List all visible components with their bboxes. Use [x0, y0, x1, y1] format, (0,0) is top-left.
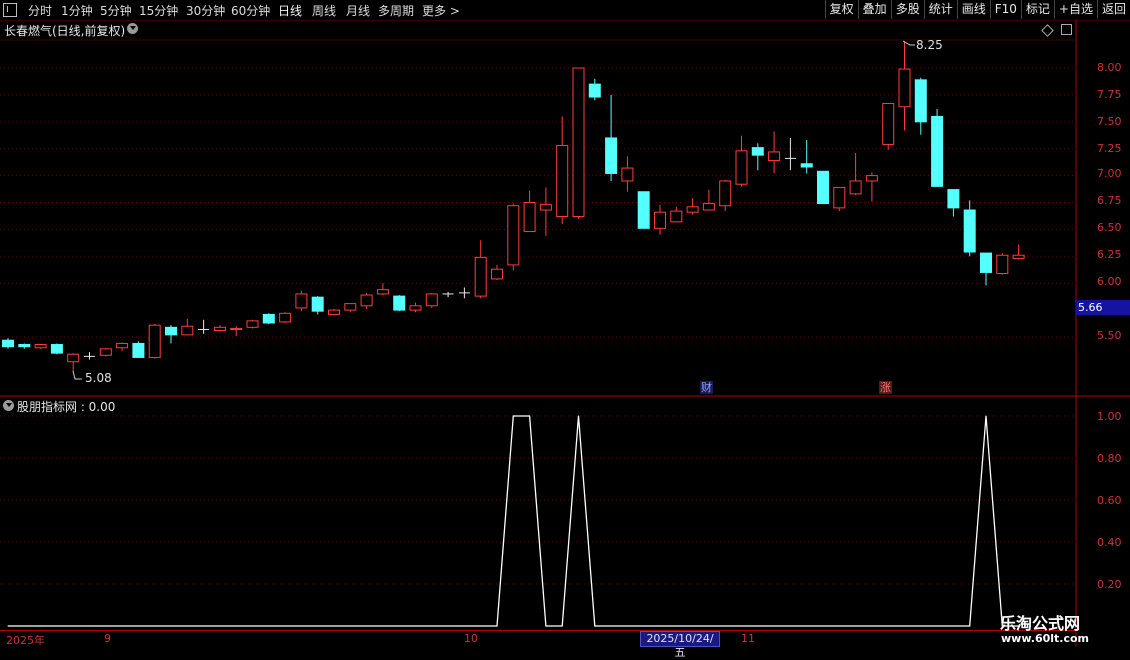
candle-body: [279, 312, 292, 323]
y-tick-label: 8.00: [1097, 61, 1122, 74]
candle-body: [181, 325, 194, 336]
kline-chart[interactable]: [0, 0, 1130, 650]
candlestick-series: [2, 41, 1025, 372]
y-tick-label: 6.00: [1097, 275, 1122, 288]
candle-body: [18, 344, 31, 348]
y-tick-label: 7.75: [1097, 88, 1122, 101]
y-tick-label: 7.50: [1097, 115, 1122, 128]
candle-body: [230, 327, 243, 330]
candle-body: [1012, 254, 1025, 259]
candle-body: [980, 252, 992, 273]
main-chart-title: 长春燃气(日线,前复权): [4, 24, 126, 38]
candle-body: [637, 191, 650, 229]
candle-body: [996, 254, 1009, 275]
cursor-date-label: 2025/10/24/五: [640, 631, 720, 659]
date-month-label: 10: [464, 632, 478, 645]
candle-body: [34, 344, 47, 349]
candle-body: [556, 144, 569, 217]
candle-body: [751, 147, 764, 156]
candle-body: [393, 295, 406, 311]
candle-body: [898, 68, 911, 108]
candle-body: [800, 163, 813, 168]
indicator-title: 股朋指标网 : 0.00: [17, 400, 116, 414]
candle-body: [116, 342, 129, 349]
candle-body: [425, 293, 438, 307]
candle-body: [670, 210, 683, 223]
candle-body: [67, 353, 80, 363]
indicator-series: [7, 415, 1020, 627]
panel-toggle-icon[interactable]: [1061, 24, 1072, 35]
candle-body: [246, 320, 259, 328]
y-tick-label: 7.00: [1097, 167, 1122, 180]
low-marker: [72, 370, 82, 380]
candle-body: [99, 348, 112, 356]
candle-body: [768, 151, 781, 162]
candle-body: [213, 326, 226, 332]
current-price-box: 5.66: [1076, 300, 1130, 315]
candle-body: [360, 294, 373, 307]
candle-body: [947, 189, 960, 209]
candle-body: [686, 206, 699, 213]
candle-body: [344, 303, 357, 311]
finance-badge[interactable]: 财: [700, 381, 713, 394]
candle-body: [132, 342, 145, 358]
ind-y-tick-label: 0.20: [1097, 578, 1122, 591]
candle-body: [865, 175, 878, 182]
candle-body: [833, 186, 846, 209]
candle-body: [376, 289, 389, 295]
ind-y-tick-label: 1.00: [1097, 410, 1122, 423]
candle-body: [409, 305, 422, 311]
candle-body: [963, 209, 976, 253]
candle-body: [507, 205, 520, 266]
rise-badge[interactable]: 涨: [879, 381, 892, 394]
date-year-label: 2025年: [6, 634, 45, 647]
candle-body: [931, 115, 944, 187]
candle-body: [148, 324, 161, 358]
candle-body: [605, 137, 618, 174]
ind-y-tick-label: 0.80: [1097, 452, 1122, 465]
candle-body: [882, 103, 895, 145]
candle-body: [654, 211, 666, 229]
candle-body: [311, 296, 324, 312]
ind-y-tick-label: 0.60: [1097, 494, 1122, 507]
candle-body: [295, 293, 308, 309]
indicator-dropdown-icon[interactable]: [3, 400, 14, 411]
watermark-url: www.60lt.com: [1001, 632, 1090, 645]
candle-body: [491, 268, 503, 280]
y-tick-label: 6.25: [1097, 248, 1122, 261]
indicator-line: [8, 415, 1019, 627]
y-tick-label: 6.75: [1097, 194, 1122, 207]
candle-body: [539, 204, 552, 211]
grid-lines: [0, 67, 1076, 585]
date-month-label: 9: [104, 632, 111, 645]
candle-body: [588, 83, 601, 98]
candle-body: [621, 167, 634, 182]
high-price-label: 8.25: [916, 38, 943, 52]
candle-body: [50, 344, 63, 354]
date-axis: [0, 630, 1076, 647]
y-tick-label: 6.50: [1097, 221, 1122, 234]
y-tick-label: 5.50: [1097, 329, 1122, 342]
y-tick-label: 7.25: [1097, 142, 1122, 155]
candle-body: [523, 202, 536, 233]
watermark-name: 乐淘公式网: [1000, 614, 1081, 633]
candle-body: [474, 256, 487, 297]
candle-body: [735, 150, 748, 185]
dropdown-circle-icon[interactable]: [127, 23, 138, 34]
candle-body: [719, 180, 732, 207]
candle-body: [262, 313, 275, 324]
ind-y-tick-label: 0.40: [1097, 536, 1122, 549]
candle-body: [849, 180, 862, 195]
low-price-label: 5.08: [85, 371, 112, 385]
date-month-label: 11: [741, 632, 755, 645]
candle-body: [817, 170, 829, 205]
candle-body: [328, 309, 340, 315]
candle-body: [702, 203, 715, 211]
candle-body: [165, 326, 177, 336]
candle-body: [2, 339, 14, 348]
candle-body: [914, 79, 927, 123]
candle-body: [572, 67, 585, 217]
